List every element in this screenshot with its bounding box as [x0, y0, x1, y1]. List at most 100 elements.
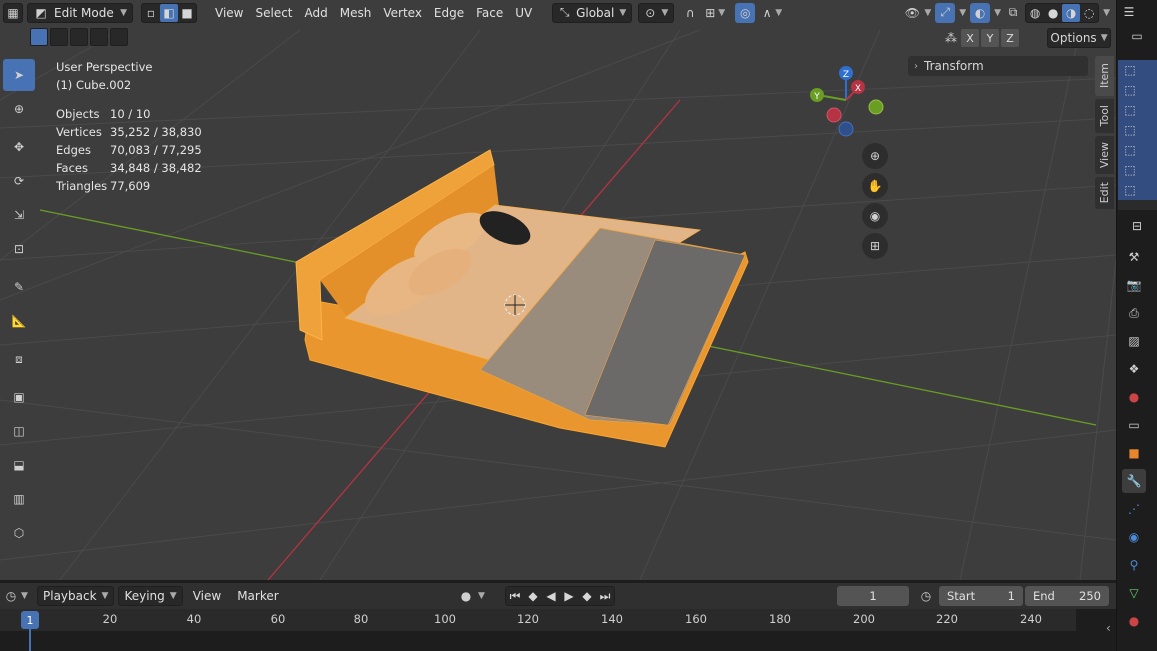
visibility-eye-icon[interactable]: 👁 — [904, 5, 920, 21]
playhead[interactable]: 1 — [21, 611, 39, 629]
options-dropdown[interactable]: Options ▼ — [1047, 28, 1111, 48]
mirror-y-button[interactable]: Y — [981, 29, 999, 47]
edge-select-button[interactable]: ◧ — [160, 3, 178, 22]
preview-range-icon[interactable]: ◷ — [918, 588, 934, 604]
pan-button[interactable]: ✋ — [862, 173, 888, 199]
outliner-row[interactable]: ⬚ — [1118, 180, 1157, 200]
jump-start-button[interactable]: ⏮ — [506, 587, 524, 605]
render-props-tab[interactable]: 📷 — [1122, 273, 1146, 297]
marker-menu[interactable]: Marker — [231, 586, 284, 606]
outliner-filter[interactable]: ▭ — [1117, 26, 1157, 46]
next-keyframe-button[interactable]: ◆ — [578, 587, 596, 605]
menu-uv[interactable]: UV — [509, 3, 538, 23]
transform-panel-header[interactable]: › Transform — [908, 56, 1088, 76]
vertex-select-button[interactable]: ▫ — [142, 4, 160, 22]
extrude-tool[interactable]: ▣ — [3, 381, 35, 413]
snap-toggle[interactable]: ∩ — [682, 3, 698, 23]
snap-options[interactable]: ⊞ ▼ — [702, 3, 725, 23]
chevron-down-icon[interactable]: ▼ — [994, 8, 1001, 18]
start-frame-field[interactable]: Start 1 — [939, 586, 1023, 606]
data-props-tab[interactable]: ▽ — [1122, 581, 1146, 605]
outliner-editor-type[interactable]: ☰ — [1121, 2, 1137, 22]
select-extend-button[interactable] — [50, 28, 68, 46]
chevron-down-icon[interactable]: ▼ — [959, 8, 966, 18]
overlays-toggle[interactable]: ◐ — [970, 2, 991, 23]
scene-props-tab[interactable]: ❖ — [1122, 357, 1146, 381]
chevron-down-icon[interactable]: ▼ — [924, 8, 931, 18]
rendered-shading-button[interactable]: ◌ — [1080, 4, 1098, 22]
zoom-button[interactable]: ⊕ — [862, 143, 888, 169]
outliner-row[interactable]: ⬚ — [1118, 100, 1157, 120]
tab-tool[interactable]: Tool — [1095, 99, 1114, 133]
outliner-row[interactable]: ⬚ — [1118, 80, 1157, 100]
mirror-z-button[interactable]: Z — [1001, 29, 1019, 47]
menu-select[interactable]: Select — [249, 3, 298, 23]
auto-keying[interactable]: ● ▼ — [458, 586, 485, 606]
mode-dropdown[interactable]: ◩ Edit Mode ▼ — [27, 2, 133, 23]
neg-z-axis-ball[interactable] — [838, 121, 854, 137]
menu-edge[interactable]: Edge — [428, 3, 470, 23]
modifier-props-tab[interactable]: 🔧 — [1122, 469, 1146, 493]
wireframe-shading-button[interactable]: ◍ — [1026, 4, 1044, 22]
tab-view[interactable]: View — [1095, 136, 1114, 174]
pivot-dropdown[interactable]: ⊙ ▼ — [638, 2, 675, 23]
physics-props-tab[interactable]: ◉ — [1122, 525, 1146, 549]
orientation-dropdown[interactable]: ⤡ Global ▼ — [552, 2, 633, 23]
xray-icon[interactable]: ⧉ — [1005, 5, 1021, 21]
knife-tool[interactable]: ⬡ — [3, 517, 35, 549]
navigation-gizmo[interactable]: Z X Y — [800, 60, 900, 143]
frame-ruler[interactable]: 20 40 60 80 100 120 140 160 180 200 220 … — [0, 609, 1076, 631]
keying-menu[interactable]: Keying ▼ — [118, 586, 183, 606]
solid-shading-button[interactable]: ● — [1044, 4, 1062, 22]
proportional-edit-toggle[interactable]: ◎ — [735, 2, 756, 23]
ortho-toggle-button[interactable]: ⊞ — [862, 233, 888, 259]
inset-tool[interactable]: ◫ — [3, 415, 35, 447]
object-props-tab[interactable]: ■ — [1122, 441, 1146, 465]
tab-item[interactable]: Item — [1095, 56, 1114, 96]
menu-vertex[interactable]: Vertex — [377, 3, 428, 23]
play-button[interactable]: ▶ — [560, 587, 578, 605]
current-frame-field[interactable]: 1 — [837, 586, 909, 606]
rotate-tool[interactable]: ⟳ — [3, 165, 35, 197]
constraints-props-tab[interactable]: ⚲ — [1122, 553, 1146, 577]
chevron-left-icon[interactable]: ‹ — [1106, 621, 1111, 635]
neg-x-axis-ball[interactable] — [826, 107, 842, 123]
face-select-button[interactable]: ■ — [178, 4, 196, 22]
menu-add[interactable]: Add — [299, 3, 334, 23]
play-reverse-button[interactable]: ◀ — [542, 587, 560, 605]
mirror-x-button[interactable]: X — [961, 29, 979, 47]
measure-tool[interactable]: 📐 — [3, 305, 35, 337]
end-frame-field[interactable]: End 250 — [1025, 586, 1109, 606]
neg-y-axis-ball[interactable] — [868, 99, 884, 115]
menu-mesh[interactable]: Mesh — [334, 3, 378, 23]
tab-edit[interactable]: Edit — [1095, 177, 1114, 209]
properties-editor-type[interactable]: ⊟ — [1117, 216, 1157, 236]
outliner-row[interactable]: ⬚ — [1118, 120, 1157, 140]
timeline-view-menu[interactable]: View — [187, 586, 227, 606]
camera-view-button[interactable]: ◉ — [862, 203, 888, 229]
select-subtract-button[interactable] — [70, 28, 88, 46]
outliner-row[interactable]: ⬚ — [1118, 140, 1157, 160]
outliner-row[interactable]: ⬚ — [1118, 60, 1157, 80]
select-box-tool[interactable]: ➤ — [3, 59, 35, 91]
particles-props-tab[interactable]: ⋰ — [1122, 497, 1146, 521]
menu-face[interactable]: Face — [470, 3, 509, 23]
cursor-tool[interactable]: ⊕ — [3, 93, 35, 125]
chevron-down-icon[interactable]: ▼ — [1103, 8, 1110, 18]
select-invert-button[interactable] — [90, 28, 108, 46]
tool-props-tab[interactable]: ⚒ — [1122, 245, 1146, 269]
falloff-dropdown[interactable]: ∧ ▼ — [759, 3, 782, 23]
annotate-tool[interactable]: ✎ — [3, 271, 35, 303]
transform-tool[interactable]: ⊡ — [3, 233, 35, 265]
collection-props-tab[interactable]: ▭ — [1122, 413, 1146, 437]
output-props-tab[interactable]: ⎙ — [1122, 301, 1146, 325]
menu-view[interactable]: View — [209, 3, 249, 23]
editor-type-dropdown[interactable]: ▦ — [3, 2, 23, 23]
bevel-tool[interactable]: ⬓ — [3, 449, 35, 481]
world-props-tab[interactable]: ● — [1122, 385, 1146, 409]
select-new-button[interactable] — [30, 28, 48, 46]
scale-tool[interactable]: ⇲ — [3, 199, 35, 231]
material-shading-button[interactable]: ◑ — [1062, 3, 1081, 22]
add-cube-tool[interactable]: ⧈ — [3, 343, 35, 375]
playback-menu[interactable]: Playback ▼ — [37, 586, 115, 606]
